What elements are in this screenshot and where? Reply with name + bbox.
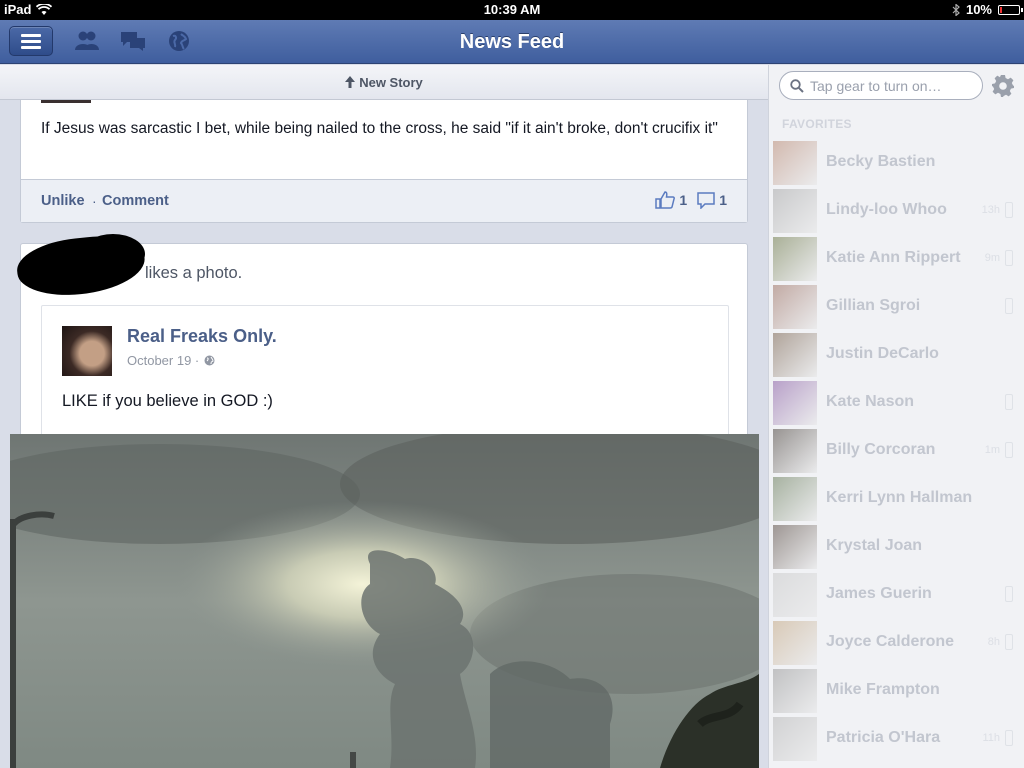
chat-friend-item[interactable]: Katie Ann Rippert 9m <box>769 235 1024 283</box>
chat-friend-item[interactable]: Joyce Calderone 8h <box>769 619 1024 667</box>
chat-friend-item[interactable]: Krystal Joan <box>769 523 1024 571</box>
friend-avatar <box>773 189 817 233</box>
friend-name: Krystal Joan <box>826 537 923 554</box>
chat-sidebar: Tap gear to turn on… FAVORITES Becky Bas… <box>768 65 1024 768</box>
mobile-phone-icon <box>1005 202 1013 218</box>
mobile-phone-icon <box>1005 586 1013 602</box>
shared-post-text: LIKE if you believe in GOD :) <box>62 392 273 410</box>
chat-friend-item[interactable]: Gillian Sgroi <box>769 283 1024 331</box>
sky-photo[interactable] <box>10 434 759 768</box>
friend-avatar <box>773 237 817 281</box>
friend-avatar <box>773 141 817 185</box>
redacted-name-scribble <box>81 234 145 274</box>
last-active-time: 9m <box>984 252 1000 264</box>
post-counts[interactable]: 1 1 <box>655 191 727 209</box>
comment-count: 1 <box>719 192 727 208</box>
post-actions-bar: Unlike · Comment 1 1 <box>21 179 747 222</box>
friend-name: Mike Frampton <box>826 681 940 698</box>
friend-name: Lindy-loo Whoo <box>826 201 947 218</box>
new-story-button[interactable]: New Story <box>0 65 768 100</box>
status-bar: iPad 10:39 AM 10% <box>0 0 1024 20</box>
action-separator: · <box>92 193 97 209</box>
friend-name: Katie Ann Rippert <box>826 249 961 266</box>
search-placeholder: Tap gear to turn on… <box>810 77 942 94</box>
new-story-label: New Story <box>359 74 423 90</box>
bluetooth-icon <box>952 3 960 16</box>
friends-list: Becky Bastien Lindy-loo Whoo 13h Katie Ann … <box>769 139 1024 763</box>
comment-button[interactable]: Comment <box>102 193 169 209</box>
comment-bubble-icon <box>697 191 715 209</box>
friend-avatar <box>773 573 817 617</box>
last-active-time: 8h <box>987 636 1000 648</box>
chat-friend-item[interactable]: Becky Bastien <box>769 139 1024 187</box>
friend-name: Billy Corcoran <box>826 441 936 458</box>
mobile-phone-icon <box>1005 442 1013 458</box>
post-date-text: October 19 · <box>127 353 200 368</box>
friend-name: Kerri Lynn Hallman <box>826 489 973 506</box>
shared-post[interactable]: Real Freaks Only. October 19 · LIKE if y… <box>41 305 729 445</box>
friend-avatar <box>773 477 817 521</box>
friend-name: Kate Nason <box>826 393 915 410</box>
chat-settings-button[interactable] <box>991 74 1015 98</box>
friend-avatar <box>773 717 817 761</box>
mobile-phone-icon <box>1005 394 1013 410</box>
mobile-phone-icon <box>1005 634 1013 650</box>
friend-avatar <box>773 285 817 329</box>
last-active-time: 11h <box>982 732 1000 744</box>
clock: 10:39 AM <box>483 2 541 17</box>
friend-avatar <box>773 525 817 569</box>
friend-name: Joyce Calderone <box>826 633 955 650</box>
chat-friend-item[interactable]: Mike Frampton <box>769 667 1024 715</box>
search-icon <box>790 78 804 93</box>
post-date: October 19 · <box>127 353 215 368</box>
friend-name: Patricia O'Hara <box>826 729 941 746</box>
friend-name: Becky Bastien <box>826 153 936 170</box>
chat-search-input[interactable]: Tap gear to turn on… <box>779 71 983 100</box>
battery-fill <box>1000 6 1002 13</box>
status-right: 10% <box>952 2 1023 17</box>
post-text: If Jesus was sarcastic I bet, while bein… <box>41 120 718 137</box>
chat-friend-item[interactable]: Patricia O'Hara 11h <box>769 715 1024 763</box>
chat-friend-item[interactable]: James Guerin <box>769 571 1024 619</box>
friend-name: Justin DeCarlo <box>826 345 939 362</box>
last-active-time: 1m <box>984 444 1000 456</box>
unlike-button[interactable]: Unlike <box>41 193 85 209</box>
friend-name: Gillian Sgroi <box>826 297 921 314</box>
chat-friend-item[interactable]: Justin DeCarlo <box>769 331 1024 379</box>
chat-friend-item[interactable]: Lindy-loo Whoo 13h <box>769 187 1024 235</box>
friend-avatar <box>773 621 817 665</box>
chat-friend-item[interactable]: Kate Nason <box>769 379 1024 427</box>
thumbs-up-icon <box>655 191 676 209</box>
battery-icon <box>998 4 1023 15</box>
activity-text: likes a photo. <box>145 264 243 282</box>
friend-name: James Guerin <box>826 585 932 602</box>
friend-avatar <box>773 669 817 713</box>
page-avatar[interactable] <box>62 326 112 376</box>
gear-icon <box>992 75 1014 97</box>
page-name-link[interactable]: Real Freaks Only. <box>127 326 277 347</box>
mobile-phone-icon <box>1005 298 1013 314</box>
public-globe-icon <box>204 355 215 366</box>
mobile-phone-icon <box>1005 250 1013 266</box>
battery-percent: 10% <box>965 2 992 17</box>
last-active-time: 13h <box>981 204 1000 216</box>
chat-friend-item[interactable]: Kerri Lynn Hallman <box>769 475 1024 523</box>
friend-avatar <box>773 381 817 425</box>
nav-bar: News Feed <box>0 20 1024 64</box>
page-title: News Feed <box>459 31 565 53</box>
up-arrow-icon <box>345 76 356 88</box>
chat-friend-item[interactable]: Billy Corcoran 1m <box>769 427 1024 475</box>
mobile-phone-icon <box>1005 730 1013 746</box>
cloud-photo-image <box>10 434 759 768</box>
friend-avatar <box>773 333 817 377</box>
friend-avatar <box>773 429 817 473</box>
like-count: 1 <box>679 192 688 208</box>
favorites-header: FAVORITES <box>782 117 852 131</box>
